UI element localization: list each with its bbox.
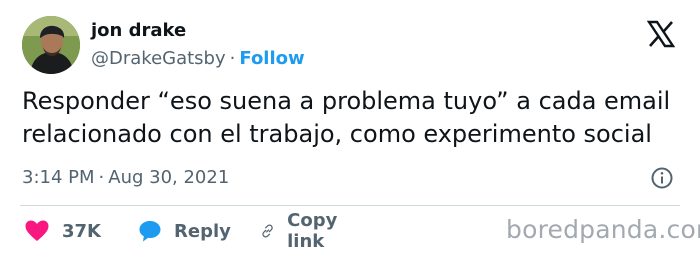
copy-link-label: Copy link bbox=[287, 210, 338, 252]
x-logo-icon[interactable] bbox=[646, 19, 676, 49]
divider bbox=[20, 205, 680, 206]
timestamp-separator: · bbox=[98, 167, 105, 188]
tweet-timestamp[interactable]: 3:14 PM · Aug 30, 2021 bbox=[22, 166, 229, 190]
tweet-time: 3:14 PM bbox=[22, 167, 95, 188]
speech-bubble-icon bbox=[139, 221, 161, 242]
tweet-card: jon drake @DrakeGatsby · Follow Responder … bbox=[0, 0, 700, 256]
tweet-text-line: Responder “eso suena a problema tuyo” a … bbox=[22, 87, 671, 115]
tweet-text: Responder “eso suena a problema tuyo” a … bbox=[22, 85, 692, 151]
watermark: boredpanda.com bbox=[506, 215, 700, 244]
link-icon bbox=[262, 224, 273, 238]
info-icon[interactable] bbox=[650, 166, 674, 190]
like-count: 37K bbox=[62, 220, 101, 242]
follow-button[interactable]: Follow bbox=[239, 48, 304, 69]
like-button[interactable]: 37K bbox=[24, 218, 101, 244]
tweet-date: Aug 30, 2021 bbox=[108, 167, 230, 188]
avatar-photo bbox=[22, 16, 80, 74]
tweet-text-line: relacionado con el trabajo, como experim… bbox=[22, 120, 652, 148]
heart-icon bbox=[25, 220, 49, 241]
avatar[interactable] bbox=[22, 16, 80, 74]
handle-row: @DrakeGatsby · Follow bbox=[91, 48, 305, 70]
reply-button[interactable]: Reply bbox=[138, 218, 231, 244]
user-handle[interactable]: @DrakeGatsby bbox=[91, 48, 226, 69]
display-name[interactable]: jon drake bbox=[91, 20, 186, 42]
handle-separator: · bbox=[229, 48, 236, 69]
copy-link-button[interactable]: Copy link bbox=[260, 210, 346, 252]
reply-label: Reply bbox=[174, 220, 231, 242]
